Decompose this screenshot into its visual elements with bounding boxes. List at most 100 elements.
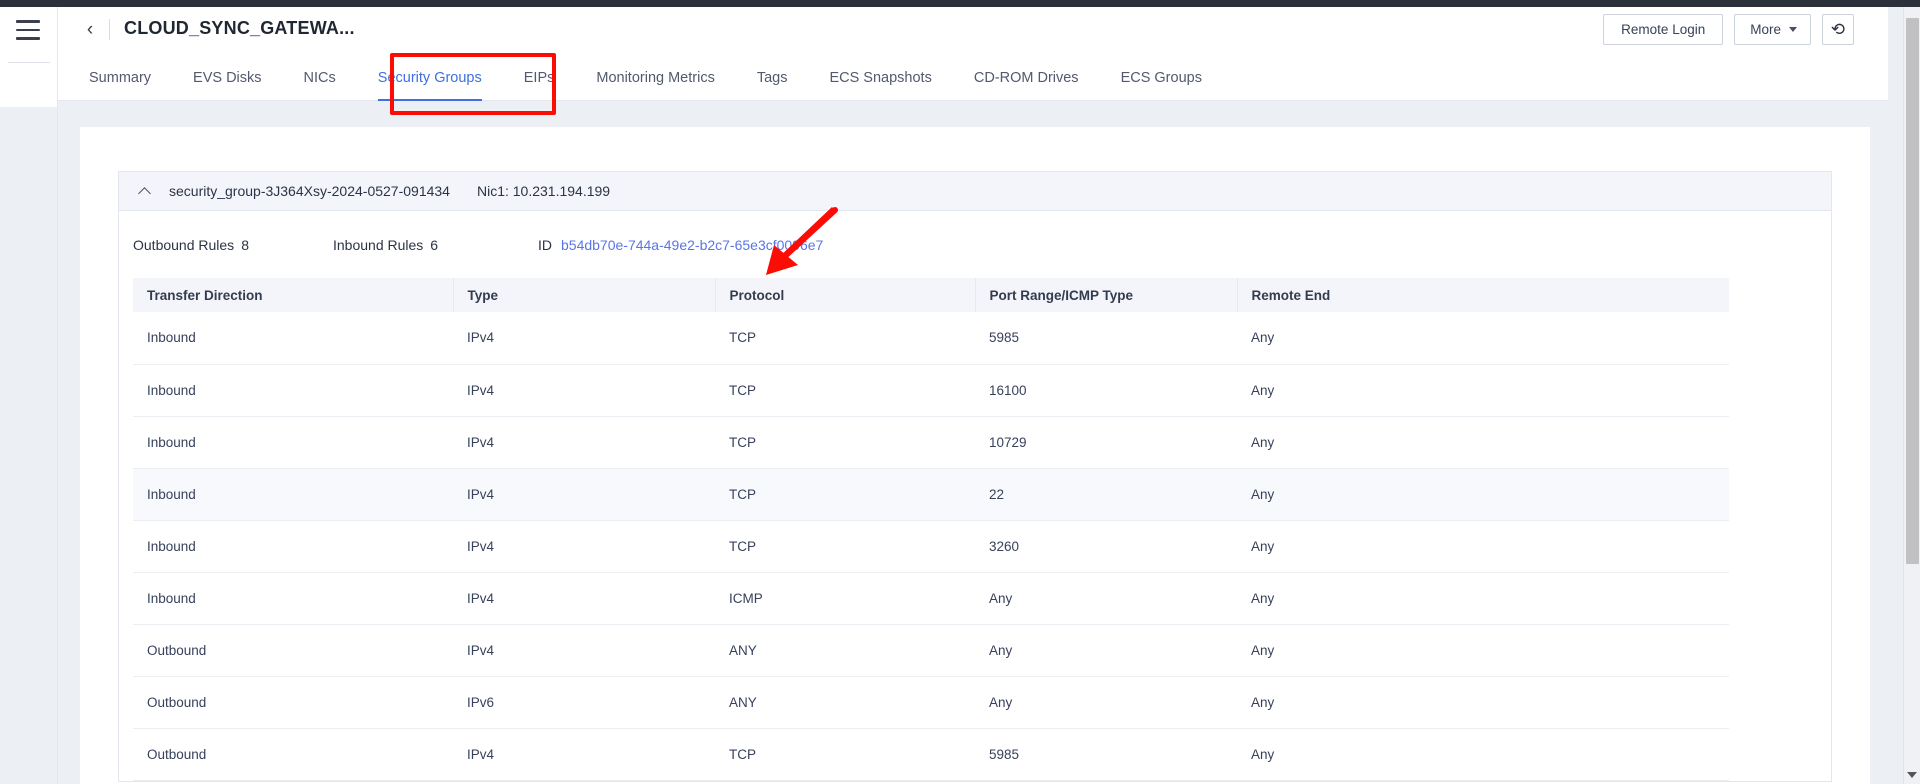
- security-group-header[interactable]: security_group-3J364Xsy-2024-0527-091434…: [119, 172, 1831, 211]
- cell-type: IPv4: [453, 572, 715, 625]
- scroll-down-arrow-icon[interactable]: [1907, 772, 1917, 778]
- table-row[interactable]: Inbound IPv4 TCP 16100 Any: [133, 364, 1729, 417]
- left-navigation-rail: [0, 7, 58, 784]
- cell-protocol: TCP: [715, 520, 975, 573]
- content-card: security_group-3J364Xsy-2024-0527-091434…: [80, 127, 1870, 784]
- tab-nics[interactable]: NICs: [283, 54, 357, 101]
- outbound-rules-label: Outbound Rules: [133, 236, 235, 253]
- cell-remote: Any: [1237, 624, 1729, 677]
- tab-ecs-groups[interactable]: ECS Groups: [1100, 54, 1223, 101]
- refresh-button[interactable]: ⟳: [1822, 14, 1854, 45]
- page-scrollbar[interactable]: [1903, 7, 1920, 784]
- tab-cd-rom-drives[interactable]: CD-ROM Drives: [953, 54, 1100, 101]
- table-header: Transfer Direction Type Protocol Port Ra…: [133, 278, 1729, 312]
- cell-remote: Any: [1237, 572, 1729, 625]
- more-label: More: [1750, 22, 1781, 37]
- chevron-left-icon[interactable]: ‹: [80, 18, 100, 42]
- security-group-meta: Outbound Rules 8 Inbound Rules 6 ID b54db70…: [119, 211, 1831, 278]
- cell-port: Any: [975, 572, 1237, 625]
- table-body: Inbound IPv4 TCP 5985 Any Inbound IPv4 T…: [133, 312, 1729, 781]
- rail-divider: [8, 62, 50, 63]
- table-row[interactable]: Outbound IPv4 TCP 5985 Any: [133, 728, 1729, 781]
- table-header-row: Transfer Direction Type Protocol Port Ra…: [133, 278, 1729, 312]
- outbound-rules-value: 8: [241, 236, 249, 253]
- table-row[interactable]: Inbound IPv4 TCP 10729 Any: [133, 416, 1729, 469]
- security-group-id: ID b54db70e-744a-49e2-b2c7-65e3cf0096e7: [538, 237, 823, 253]
- cell-port: Any: [975, 676, 1237, 729]
- column-remote-end: Remote End: [1237, 278, 1729, 312]
- chevron-down-icon: [1789, 27, 1797, 32]
- cell-protocol: ICMP: [715, 572, 975, 625]
- id-label: ID: [538, 236, 552, 253]
- cell-direction: Outbound: [133, 676, 453, 729]
- tab-monitoring-metrics[interactable]: Monitoring Metrics: [575, 54, 735, 101]
- inbound-rules-label: Inbound Rules: [333, 236, 424, 253]
- cell-remote: Any: [1237, 364, 1729, 417]
- cell-type: IPv4: [453, 520, 715, 573]
- cell-type: IPv4: [453, 624, 715, 677]
- id-value-link[interactable]: b54db70e-744a-49e2-b2c7-65e3cf0096e7: [561, 237, 823, 253]
- cell-direction: Inbound: [133, 520, 453, 573]
- security-group-name: security_group-3J364Xsy-2024-0527-091434: [169, 183, 450, 199]
- more-dropdown-button[interactable]: More: [1734, 14, 1811, 45]
- column-protocol: Protocol: [715, 278, 976, 312]
- cell-protocol: ANY: [715, 624, 975, 677]
- browser-chrome-strip: [0, 0, 1920, 7]
- cell-port: 5985: [975, 312, 1237, 365]
- tab-tags[interactable]: Tags: [736, 54, 809, 101]
- cell-direction: Inbound: [133, 572, 453, 625]
- header-divider: [109, 19, 110, 40]
- page-header: ‹ CLOUD_SYNC_GATEWA... Remote Login More…: [58, 7, 1888, 54]
- inbound-rules-count: Inbound Rules 6: [333, 237, 538, 253]
- remote-login-button[interactable]: Remote Login: [1603, 14, 1724, 45]
- column-type: Type: [453, 278, 716, 312]
- cell-protocol: TCP: [715, 416, 975, 469]
- tab-security-groups[interactable]: Security Groups: [357, 54, 503, 101]
- cell-port: 22: [975, 468, 1237, 521]
- application-window: ‹ CLOUD_SYNC_GATEWA... Remote Login More…: [0, 0, 1920, 784]
- tab-list: Summary EVS Disks NICs Security Groups E…: [68, 54, 1223, 101]
- chevron-up-icon[interactable]: [133, 180, 155, 202]
- cell-type: IPv4: [453, 728, 715, 781]
- cell-protocol: TCP: [715, 364, 975, 417]
- cell-remote: Any: [1237, 416, 1729, 469]
- cell-direction: Inbound: [133, 312, 453, 365]
- cell-type: IPv6: [453, 676, 715, 729]
- column-port-range: Port Range/ICMP Type: [975, 278, 1238, 312]
- table-row[interactable]: Outbound IPv4 ANY Any Any: [133, 624, 1729, 677]
- cell-type: IPv4: [453, 416, 715, 469]
- refresh-icon: ⟳: [1830, 20, 1846, 39]
- cell-direction: Inbound: [133, 468, 453, 521]
- cell-protocol: TCP: [715, 312, 975, 365]
- table-row[interactable]: Inbound IPv4 TCP 22 Any: [133, 468, 1729, 521]
- table-row[interactable]: Outbound IPv6 ANY Any Any: [133, 676, 1729, 729]
- cell-remote: Any: [1237, 520, 1729, 573]
- outbound-rules-count: Outbound Rules 8: [133, 237, 333, 253]
- security-group-nic: Nic1: 10.231.194.199: [476, 183, 611, 199]
- cell-direction: Inbound: [133, 364, 453, 417]
- cell-direction: Outbound: [133, 728, 453, 781]
- security-group-panel: security_group-3J364Xsy-2024-0527-091434…: [118, 171, 1832, 782]
- cell-port: 10729: [975, 416, 1237, 469]
- table-row[interactable]: Inbound IPv4 TCP 5985 Any: [133, 312, 1729, 365]
- tab-summary[interactable]: Summary: [68, 54, 172, 101]
- tab-evs-disks[interactable]: EVS Disks: [172, 54, 283, 101]
- tab-eips[interactable]: EIPs: [503, 54, 576, 101]
- cell-remote: Any: [1237, 676, 1729, 729]
- table-row[interactable]: Inbound IPv4 ICMP Any Any: [133, 572, 1729, 625]
- cell-remote: Any: [1237, 468, 1729, 521]
- cell-type: IPv4: [453, 312, 715, 365]
- tab-ecs-snapshots[interactable]: ECS Snapshots: [808, 54, 952, 101]
- cell-protocol: TCP: [715, 468, 975, 521]
- header-actions: Remote Login More ⟳: [1603, 14, 1854, 45]
- main-column: ‹ CLOUD_SYNC_GATEWA... Remote Login More…: [58, 7, 1888, 784]
- table-row[interactable]: Inbound IPv4 TCP 3260 Any: [133, 520, 1729, 573]
- rail-background: [0, 107, 57, 784]
- security-rules-table: Transfer Direction Type Protocol Port Ra…: [133, 278, 1729, 781]
- cell-port: 16100: [975, 364, 1237, 417]
- scrollbar-thumb[interactable]: [1906, 18, 1919, 564]
- hamburger-menu-icon[interactable]: [16, 20, 40, 40]
- cell-protocol: TCP: [715, 728, 975, 781]
- inbound-rules-value: 6: [430, 236, 439, 253]
- cell-port: 3260: [975, 520, 1237, 573]
